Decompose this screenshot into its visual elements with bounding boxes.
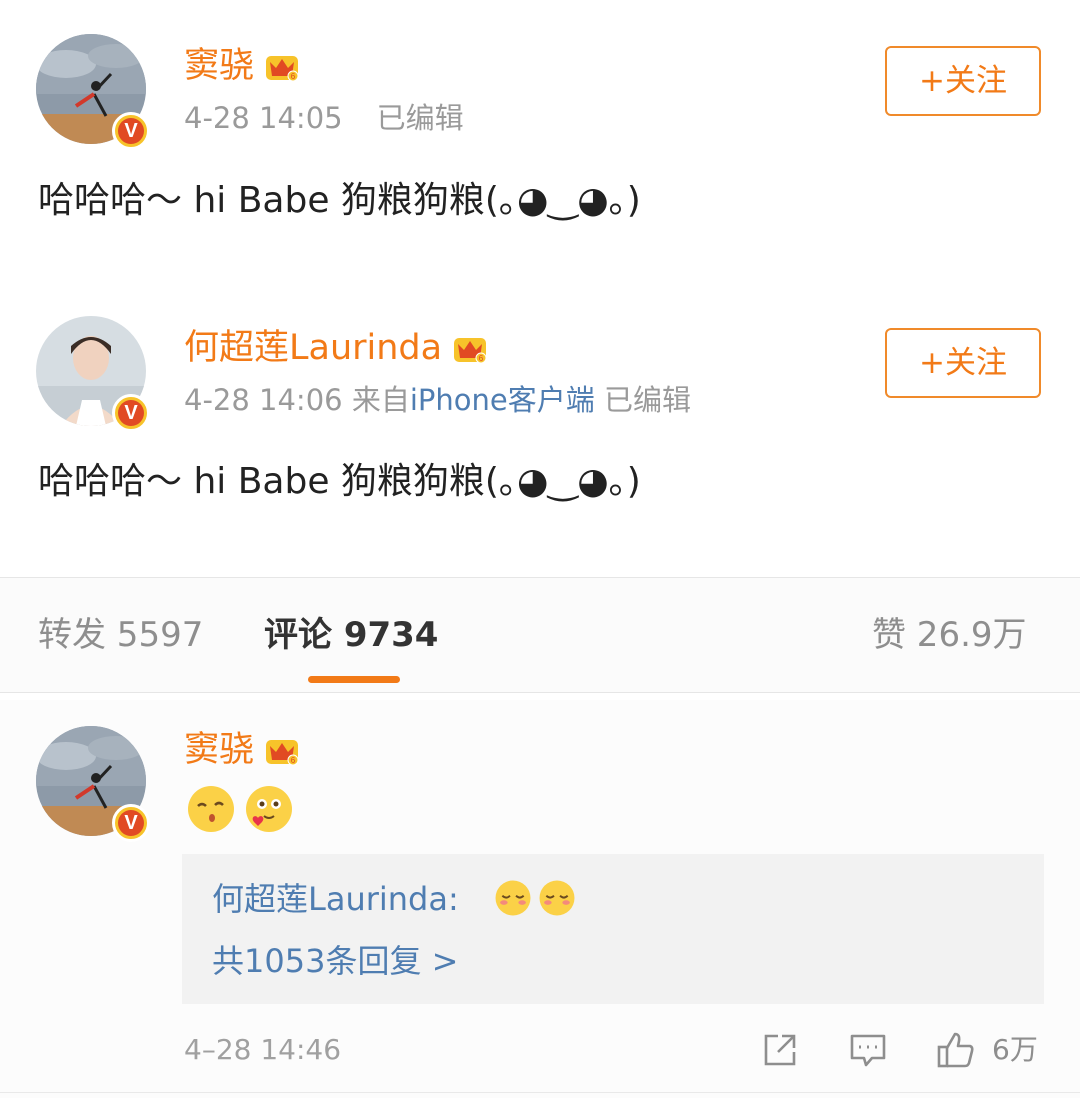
post-text: 哈哈哈～ hi Babe 狗粮狗粮(｡◕‿◕｡) (38, 180, 641, 221)
crown-vip-icon: 6 (454, 338, 487, 364)
shy-emoji-icon (539, 880, 575, 916)
post-text: 哈哈哈～ hi Babe 狗粮狗粮(｡◕‿◕｡) (38, 461, 641, 502)
source-link[interactable]: iPhone客户端 (410, 383, 595, 417)
username-text[interactable]: 窦骁 (184, 44, 254, 88)
username-text[interactable]: 窦骁 (184, 728, 254, 772)
post-time: 4-28 14:06 (184, 383, 343, 417)
edited-label: 已编辑 (603, 383, 691, 417)
post-time: 4-28 14:05 (184, 101, 343, 135)
tab-like[interactable]: 赞 26.9万 (872, 612, 1027, 658)
verified-v-icon: V (112, 394, 150, 432)
verified-v-icon: V (112, 112, 150, 150)
post-meta: 4-28 14:05 已编辑 (184, 100, 464, 136)
kiss-emoji-icon (188, 786, 234, 832)
post-username[interactable]: 窦骁 6 (184, 44, 302, 88)
comment-time: 4–28 14:46 (184, 1033, 342, 1066)
comment-username[interactable]: 窦骁 6 (184, 728, 302, 772)
crown-vip-icon: 6 (266, 56, 299, 82)
avatar[interactable]: V (36, 316, 150, 432)
shy-emoji-icon (495, 880, 531, 916)
post-username[interactable]: 何超莲Laurinda 6 (184, 326, 490, 370)
tab-comment[interactable]: 评论 9734 (264, 612, 438, 658)
share-icon[interactable] (760, 1030, 800, 1070)
edited-label: 已编辑 (376, 101, 464, 135)
avatar[interactable]: V (36, 726, 150, 842)
svg-text:6: 6 (291, 756, 296, 765)
verified-v-icon: V (112, 804, 150, 842)
more-replies-link[interactable]: 共1053条回复 > (212, 940, 458, 982)
comment-icon[interactable] (848, 1030, 888, 1070)
svg-text:6: 6 (291, 72, 296, 81)
active-tab-indicator (308, 676, 400, 683)
divider (0, 1092, 1080, 1093)
tab-repost[interactable]: 转发 5597 (38, 612, 203, 658)
follow-button[interactable]: +关注 (885, 46, 1041, 116)
username-text[interactable]: 何超莲Laurinda (184, 326, 442, 370)
source-prefix: 来自 (351, 383, 410, 417)
divider (0, 692, 1080, 693)
post-meta: 4-28 14:06 来自iPhone客户端 已编辑 (184, 382, 691, 418)
crown-vip-icon: 6 (266, 740, 299, 766)
thumbs-up-icon[interactable] (936, 1030, 976, 1070)
love-emoji-icon (246, 786, 292, 832)
comment-like-count: 6万 (992, 1033, 1038, 1066)
svg-text:6: 6 (479, 354, 484, 363)
avatar[interactable]: V (36, 34, 150, 150)
reply-author[interactable]: 何超莲Laurinda: (212, 878, 459, 920)
follow-button[interactable]: +关注 (885, 328, 1041, 398)
